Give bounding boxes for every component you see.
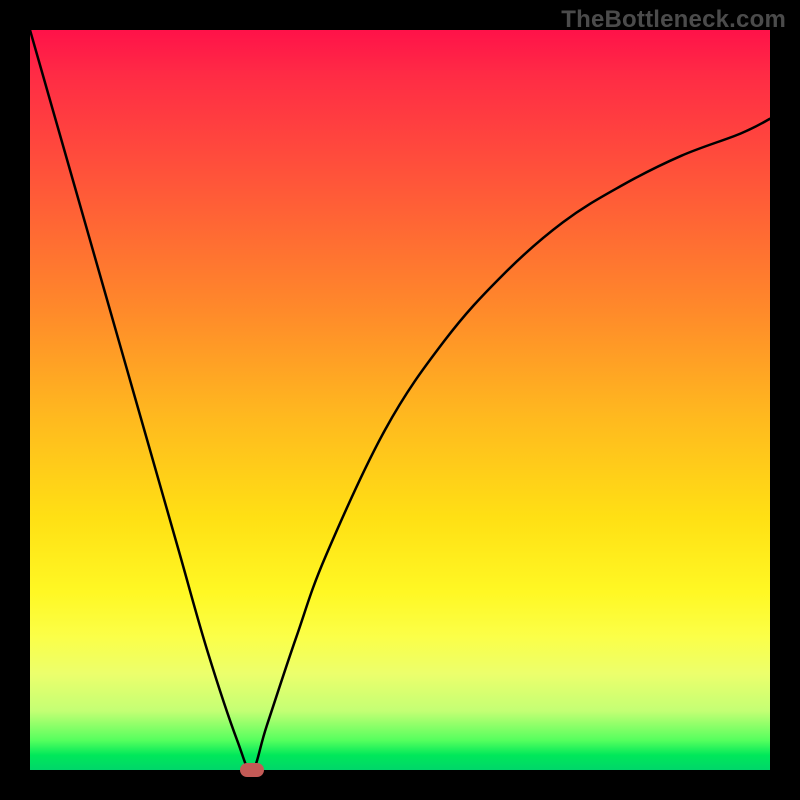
- watermark-text: TheBottleneck.com: [561, 6, 786, 34]
- plot-area: [30, 30, 770, 770]
- optimal-marker: [240, 763, 264, 777]
- bottleneck-curve: [30, 30, 770, 770]
- chart-frame: TheBottleneck.com: [0, 0, 800, 800]
